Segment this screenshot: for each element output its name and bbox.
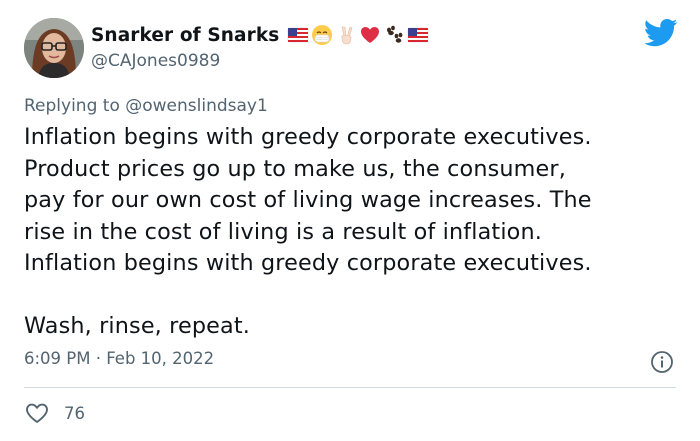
- us-flag-icon: [287, 24, 309, 46]
- tweet-card: Snarker of Snarks @CAJones0989 Replying …: [0, 0, 700, 441]
- reply-mention-link[interactable]: @owenslindsay1: [125, 96, 268, 116]
- info-icon[interactable]: [650, 350, 674, 374]
- heart-icon[interactable]: [24, 401, 50, 425]
- tweet-text: Inflation begins with greedy corporate e…: [24, 124, 592, 339]
- us-flag-icon: [407, 24, 429, 46]
- red-heart-icon: [359, 24, 381, 46]
- divider: [24, 387, 676, 388]
- like-action[interactable]: 76: [24, 401, 85, 425]
- user-handle[interactable]: @CAJones0989: [91, 51, 220, 71]
- twitter-bird-icon[interactable]: [644, 18, 678, 48]
- replying-to-label: Replying to: [24, 96, 120, 116]
- victory-hand-icon: [335, 24, 357, 46]
- tweet-timestamp[interactable]: 6:09 PM · Feb 10, 2022: [24, 349, 214, 368]
- like-count: 76: [64, 403, 85, 423]
- name-emojis: [287, 24, 429, 46]
- display-name[interactable]: Snarker of Snarks: [91, 25, 279, 46]
- avatar-image: [24, 18, 84, 78]
- avatar[interactable]: [24, 18, 84, 78]
- mask-face-icon: [311, 24, 333, 46]
- name-row: Snarker of Snarks: [91, 22, 429, 48]
- paw-prints-icon: [383, 24, 405, 46]
- replying-to: Replying to @owenslindsay1: [24, 96, 268, 116]
